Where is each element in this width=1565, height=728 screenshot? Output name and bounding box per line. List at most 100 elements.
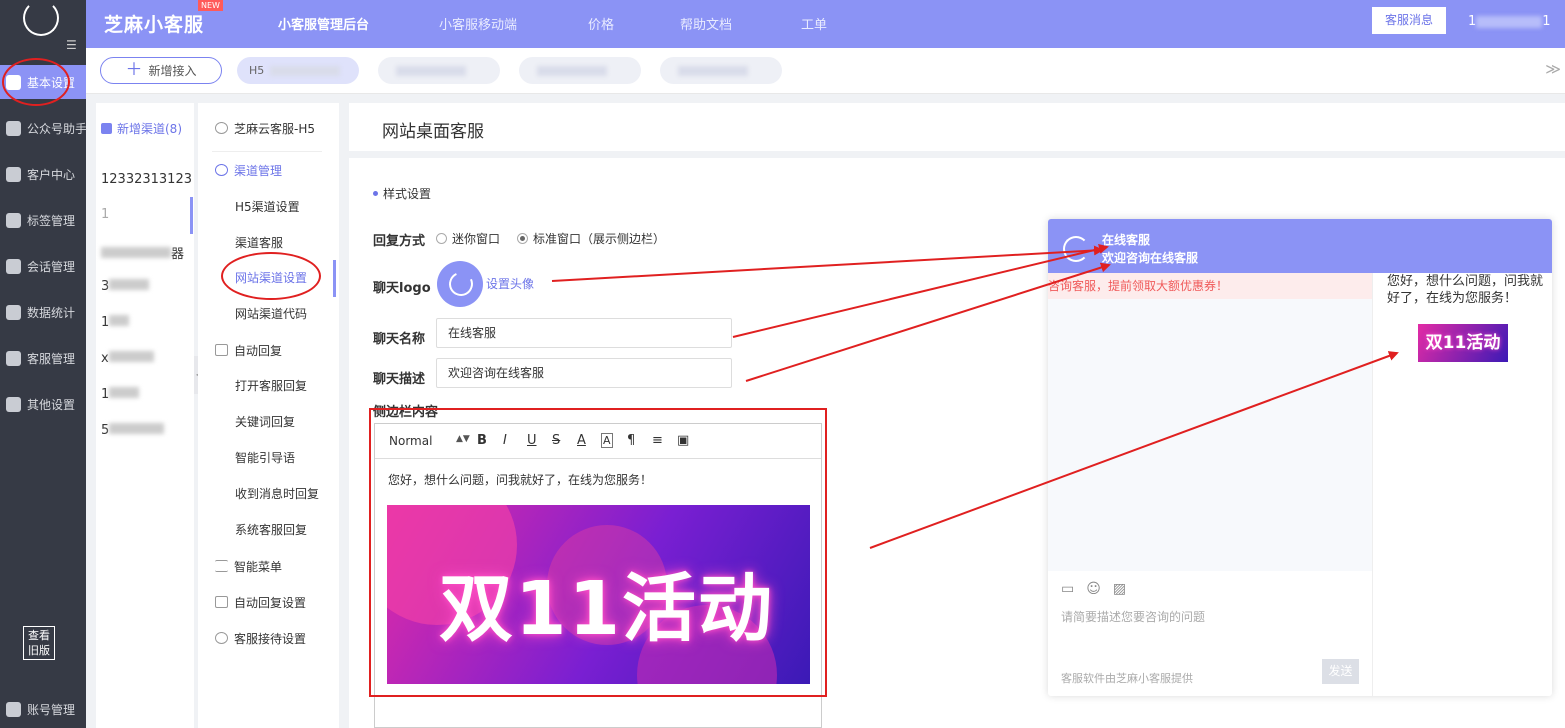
bar-chart-icon bbox=[6, 304, 21, 320]
radio-mini-window[interactable]: 迷你窗口 bbox=[436, 230, 500, 247]
preview-send-button[interactable]: 发送 bbox=[1322, 659, 1359, 684]
preview-footer: 客服软件由芝麻小客服提供 bbox=[1061, 672, 1193, 685]
list-item-text: x bbox=[101, 351, 109, 366]
add-channel-link-label: 新增渠道(8) bbox=[117, 122, 182, 136]
group-channel-management[interactable]: 渠道管理 bbox=[215, 162, 282, 179]
channel-chip[interactable] bbox=[378, 57, 500, 84]
nav-tickets[interactable]: 工单 bbox=[801, 14, 827, 33]
group-label: 自动回复 bbox=[234, 344, 283, 358]
settings-submenu: 芝麻云客服-H5 渠道管理 H5渠道设置 渠道客服 网站渠道设置 网站渠道代码 … bbox=[198, 103, 339, 728]
preview-sidebar-text: 您好，想什么问题，问我就好了，在线为您服务！ bbox=[1387, 274, 1544, 306]
sidebar-item-customer-center[interactable]: 客户中心 bbox=[0, 157, 86, 191]
old-version-button[interactable]: 查看旧版 bbox=[23, 626, 55, 660]
submenu-website-code[interactable]: 网站渠道代码 bbox=[235, 305, 307, 322]
list-item[interactable]: 器 bbox=[101, 243, 184, 262]
sidebar-item-label: 标签管理 bbox=[27, 213, 76, 228]
channel-chip[interactable] bbox=[519, 57, 641, 84]
image-icon[interactable]: ▨ bbox=[1113, 581, 1126, 597]
sidebar-item-stats[interactable]: 数据统计 bbox=[0, 295, 86, 329]
submenu-guide[interactable]: 智能引导语 bbox=[235, 449, 295, 466]
submenu-keyword-reply[interactable]: 关键词回复 bbox=[235, 413, 295, 430]
group-label: 智能菜单 bbox=[234, 560, 283, 574]
sidebar-item-label: 客户中心 bbox=[27, 167, 76, 182]
chip-label: H5 bbox=[249, 64, 265, 77]
submenu-on-message-reply[interactable]: 收到消息时回复 bbox=[235, 485, 319, 502]
sidebar-item-sessions[interactable]: 会话管理 bbox=[0, 249, 86, 283]
submenu-system-reply[interactable]: 系统客服回复 bbox=[235, 521, 307, 538]
set-avatar-link[interactable]: 设置头像 bbox=[486, 275, 534, 292]
double-chevron-right-icon[interactable]: ≫ bbox=[1545, 60, 1561, 78]
emoji-icon[interactable]: ☺ bbox=[1086, 581, 1101, 597]
page-title: 网站桌面客服 bbox=[349, 103, 1565, 151]
reply-icon bbox=[215, 596, 228, 608]
redacted-text bbox=[101, 247, 171, 258]
customer-messages-button[interactable]: 客服消息 bbox=[1372, 7, 1446, 34]
list-item[interactable]: 3 bbox=[101, 279, 150, 295]
menu-toggle-icon[interactable]: ☰ bbox=[66, 38, 77, 52]
sidebar-item-label: 数据统计 bbox=[27, 305, 76, 320]
group-reception-settings[interactable]: 客服接待设置 bbox=[215, 630, 306, 647]
list-item[interactable]: 5 bbox=[101, 423, 165, 439]
left-sidebar: ☰ 基本设置 公众号助手 客户中心 标签管理 会话管理 数据统计 客服管理 其他… bbox=[0, 0, 87, 728]
sidebar-item-tags[interactable]: 标签管理 bbox=[0, 203, 86, 237]
preview-chat-desc: 欢迎咨询在线客服 bbox=[1102, 251, 1199, 265]
submenu-open-reply[interactable]: 打开客服回复 bbox=[235, 377, 307, 394]
chat-name-label: 聊天名称 bbox=[373, 332, 426, 347]
chat-desc-input[interactable]: 欢迎咨询在线客服 bbox=[436, 358, 732, 388]
preview-toolbar: ▭ ☺ ▨ bbox=[1061, 581, 1138, 597]
redacted-chip-text bbox=[270, 66, 341, 76]
folder-icon[interactable]: ▭ bbox=[1061, 581, 1074, 597]
nav-pricing[interactable]: 价格 bbox=[588, 14, 614, 33]
annotation-circle bbox=[2, 58, 70, 106]
submenu-h5-settings[interactable]: H5渠道设置 bbox=[235, 198, 300, 215]
list-item-text: 3 bbox=[101, 279, 110, 294]
submenu-channel-agents[interactable]: 渠道客服 bbox=[235, 234, 283, 251]
gear-icon bbox=[6, 396, 21, 412]
radio-standard-window[interactable]: 标准窗口（展示侧边栏） bbox=[517, 230, 665, 247]
list-item[interactable]: 1 bbox=[101, 315, 130, 331]
sidebar-item-account[interactable]: 账号管理 bbox=[0, 692, 86, 726]
add-channel-label: 新增接入 bbox=[148, 64, 197, 78]
chat-logo-avatar[interactable] bbox=[437, 261, 483, 307]
add-channel-link[interactable]: 新增渠道(8) bbox=[101, 120, 182, 137]
user-account[interactable]: 11 bbox=[1468, 14, 1551, 29]
chat-name-input[interactable]: 在线客服 bbox=[436, 318, 732, 348]
list-item[interactable]: 1 bbox=[101, 387, 140, 403]
chat-widget-preview: 在线客服 欢迎咨询在线客服 咨询客服，提前领取大额优惠券！ ▭ ☺ ▨ 请简要描述您… bbox=[1048, 219, 1552, 696]
add-channel-button[interactable]: ＋ 新增接入 bbox=[100, 57, 222, 84]
wechat-icon bbox=[6, 120, 21, 136]
bullet-icon bbox=[373, 191, 378, 196]
sidebar-item-agents[interactable]: 客服管理 bbox=[0, 341, 86, 375]
channel-chip-h5[interactable]: H5 bbox=[237, 57, 359, 84]
sidebar-item-wechat-assistant[interactable]: 公众号助手 bbox=[0, 111, 87, 145]
group-auto-reply[interactable]: 自动回复 bbox=[215, 342, 282, 359]
sidebar-item-label: 会话管理 bbox=[27, 259, 76, 274]
redacted-text bbox=[109, 387, 140, 398]
sidebar-item-other-settings[interactable]: 其他设置 bbox=[0, 387, 86, 421]
channel-icon bbox=[215, 164, 228, 176]
channel-chip[interactable] bbox=[660, 57, 782, 84]
preview-logo-icon bbox=[1063, 236, 1089, 262]
app-logo-icon bbox=[23, 0, 59, 36]
radio-checked-icon bbox=[517, 233, 528, 244]
redacted-text bbox=[109, 279, 150, 290]
section-title-label: 样式设置 bbox=[383, 187, 432, 201]
site-name-label: 芝麻云客服-H5 bbox=[234, 122, 315, 136]
redacted-text bbox=[109, 423, 165, 434]
group-smart-menu[interactable]: 智能菜单 bbox=[215, 558, 282, 575]
logo-label: 聊天logo bbox=[373, 281, 431, 296]
list-item[interactable]: 12332313123 bbox=[101, 172, 192, 188]
redacted-text bbox=[108, 351, 154, 362]
list-item[interactable]: 1 bbox=[101, 207, 109, 223]
nav-admin[interactable]: 小客服管理后台 bbox=[278, 14, 369, 33]
list-item[interactable]: x bbox=[101, 351, 154, 367]
site-icon bbox=[215, 122, 228, 134]
brand-title: 芝麻小客服 bbox=[104, 14, 205, 36]
preview-chat-name: 在线客服 bbox=[1102, 233, 1151, 247]
preview-input-placeholder[interactable]: 请简要描述您要咨询的问题 bbox=[1061, 608, 1205, 625]
nav-mobile[interactable]: 小客服移动端 bbox=[439, 14, 517, 33]
list-item-text: 1 bbox=[101, 315, 110, 330]
group-label: 自动回复设置 bbox=[234, 596, 307, 610]
group-auto-reply-settings[interactable]: 自动回复设置 bbox=[215, 594, 306, 611]
nav-docs[interactable]: 帮助文档 bbox=[680, 14, 732, 33]
